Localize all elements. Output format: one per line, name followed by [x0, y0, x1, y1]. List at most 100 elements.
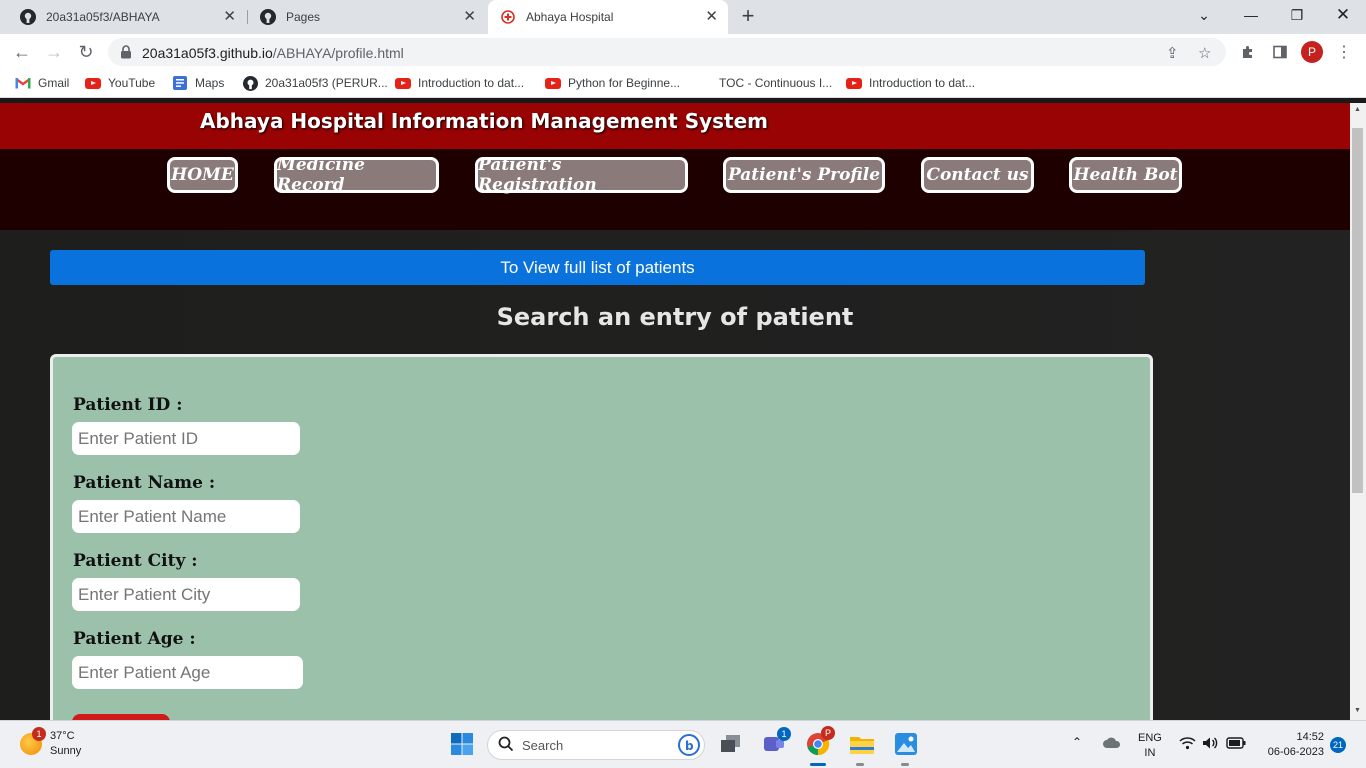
weather-text: 37°C Sunny [50, 729, 81, 759]
nav-patient-registration[interactable]: Patient's Registration [475, 155, 688, 195]
nav-health-bot[interactable]: Health Bot [1069, 157, 1182, 193]
tab-pages[interactable]: Pages ✕ [248, 0, 486, 34]
bing-icon: b [678, 734, 700, 759]
bookmark-toc[interactable]: TOC - Continuous I... [719, 76, 832, 90]
close-tab-icon[interactable]: ✕ [705, 9, 718, 25]
close-tab-icon[interactable]: ✕ [223, 9, 236, 25]
patient-search-form: Patient ID : Patient Name : Patient City… [50, 354, 1153, 720]
address-bar[interactable]: 20a31a05f3.github.io/ABHAYA/profile.html… [108, 38, 1226, 66]
wifi-icon[interactable] [1179, 736, 1196, 753]
patient-name-input[interactable] [72, 500, 300, 533]
system-clock[interactable]: 14:52 06-06-2023 [1258, 730, 1324, 760]
bookmark-maps[interactable]: Maps [172, 76, 224, 90]
browser-tab-strip: 20a31a05f3/ABHAYA ✕ Pages ✕ Abhaya Hospi… [0, 0, 1366, 34]
windows-taskbar: 1 37°C Sunny Search b 1 P ⌃ ENG IN 14:52… [0, 720, 1366, 768]
search-placeholder: Search [522, 737, 564, 753]
scroll-down-arrow-icon[interactable]: ▼ [1354, 707, 1361, 714]
teams-chat-icon[interactable]: 1 [759, 727, 791, 759]
bookmark-label: Maps [195, 76, 225, 90]
teams-badge: 1 [777, 727, 791, 741]
patient-age-input[interactable] [72, 656, 303, 689]
url-path: /ABHAYA/profile.html [272, 45, 404, 61]
minimize-icon[interactable]: — [1228, 0, 1274, 30]
bookmark-label: Introduction to dat... [869, 76, 976, 90]
extensions-puzzle-icon[interactable] [1238, 42, 1258, 62]
show-hidden-icons-chevron-icon[interactable]: ⌃ [1072, 735, 1082, 749]
profile-avatar[interactable]: P [1301, 41, 1323, 63]
close-window-icon[interactable]: ✕ [1320, 0, 1366, 30]
patient-id-label: Patient ID : [73, 395, 183, 415]
patient-id-input[interactable] [72, 422, 300, 455]
app-running-indicator [901, 763, 909, 766]
youtube-icon [545, 76, 561, 90]
share-icon[interactable]: ⇪ [1166, 44, 1179, 62]
bookmark-python-beginners[interactable]: Python for Beginne... [545, 76, 680, 90]
back-arrow-icon[interactable]: ← [10, 40, 34, 64]
maps-icon [172, 76, 188, 90]
page-viewport: Abhaya Hospital Information Management S… [0, 103, 1350, 720]
youtube-icon [395, 76, 411, 90]
patient-name-label: Patient Name : [73, 473, 216, 493]
bookmark-label: YouTube [108, 76, 156, 90]
side-panel-icon[interactable] [1270, 42, 1290, 62]
patient-city-input[interactable] [72, 578, 300, 611]
github-icon [260, 9, 276, 25]
bookmark-label: Introduction to dat... [418, 76, 525, 90]
nav-contact-us[interactable]: Contact us [921, 157, 1034, 193]
bookmark-youtube[interactable]: YouTube [85, 76, 155, 90]
forward-arrow-icon[interactable]: → [42, 40, 66, 64]
tab-title: Abhaya Hospital [526, 10, 614, 24]
nav-medicine-record[interactable]: Medicine Record [274, 155, 439, 195]
language-indicator[interactable]: ENG IN [1138, 731, 1162, 761]
chrome-icon[interactable]: P [803, 726, 835, 759]
lock-icon[interactable] [120, 45, 132, 64]
url-host: 20a31a05f3.github.io [142, 45, 273, 61]
nav-home[interactable]: HOME [167, 157, 238, 193]
nav-patient-profile[interactable]: Patient's Profile [723, 157, 885, 193]
bookmark-intro-data-1[interactable]: Introduction to dat... [395, 76, 524, 90]
bookmark-star-icon[interactable]: ☆ [1198, 44, 1211, 62]
tab-abhaya-repo[interactable]: 20a31a05f3/ABHAYA ✕ [8, 0, 246, 34]
notification-count-badge[interactable]: 21 [1330, 737, 1346, 753]
weather-badge: 1 [32, 727, 46, 741]
volume-icon[interactable] [1202, 736, 1219, 753]
page-scrollbar[interactable]: ▲ ▼ [1350, 103, 1366, 720]
tab-abhaya-hospital[interactable]: Abhaya Hospital ✕ [488, 0, 728, 34]
bookmark-intro-data-2[interactable]: Introduction to dat... [846, 76, 975, 90]
kebab-menu-icon[interactable]: ⋮ [1334, 42, 1354, 62]
site-header: Abhaya Hospital Information Management S… [0, 103, 1350, 149]
scroll-up-arrow-icon[interactable]: ▲ [1354, 106, 1361, 113]
search-heading: Search an entry of patient [496, 303, 854, 331]
photos-app-icon[interactable] [891, 729, 921, 759]
windows-start-icon[interactable] [447, 729, 477, 759]
onedrive-cloud-icon[interactable] [1102, 737, 1122, 752]
taskbar-search-box[interactable]: Search b [487, 730, 705, 760]
browser-toolbar: ← → ↻ 20a31a05f3.github.io/ABHAYA/profil… [0, 34, 1366, 70]
task-view-icon[interactable] [716, 729, 746, 759]
battery-icon[interactable] [1226, 737, 1246, 752]
gmail-icon [15, 76, 31, 90]
tab-title: 20a31a05f3/ABHAYA [46, 10, 160, 24]
youtube-icon [846, 76, 862, 90]
weather-temp: 37°C [50, 730, 75, 742]
url-text: 20a31a05f3.github.io/ABHAYA/profile.html [142, 45, 404, 61]
sun-icon: 1 [20, 727, 46, 755]
language-bottom: IN [1144, 747, 1156, 759]
new-tab-plus-icon[interactable]: + [737, 5, 759, 27]
bookmark-gmail[interactable]: Gmail [15, 76, 69, 90]
active-app-indicator [810, 763, 826, 766]
clock-date: 06-06-2023 [1267, 746, 1324, 758]
bookmark-label: TOC - Continuous I... [719, 76, 833, 90]
scrollbar-thumb[interactable] [1352, 128, 1363, 493]
file-explorer-icon[interactable] [847, 729, 877, 759]
weather-widget[interactable]: 1 37°C Sunny [20, 727, 81, 759]
close-tab-icon[interactable]: ✕ [463, 9, 476, 25]
bookmark-github-perur[interactable]: 20a31a05f3 (PERUR... [242, 75, 388, 91]
view-full-list-button[interactable]: To View full list of patients [50, 250, 1145, 285]
bookmark-label: Python for Beginne... [568, 76, 681, 90]
hospital-cross-icon [500, 9, 516, 25]
tab-search-chevron-icon[interactable]: ⌄ [1181, 0, 1227, 30]
patient-age-label: Patient Age : [73, 629, 196, 649]
restore-icon[interactable]: ❐ [1274, 0, 1320, 30]
reload-icon[interactable]: ↻ [74, 40, 98, 64]
